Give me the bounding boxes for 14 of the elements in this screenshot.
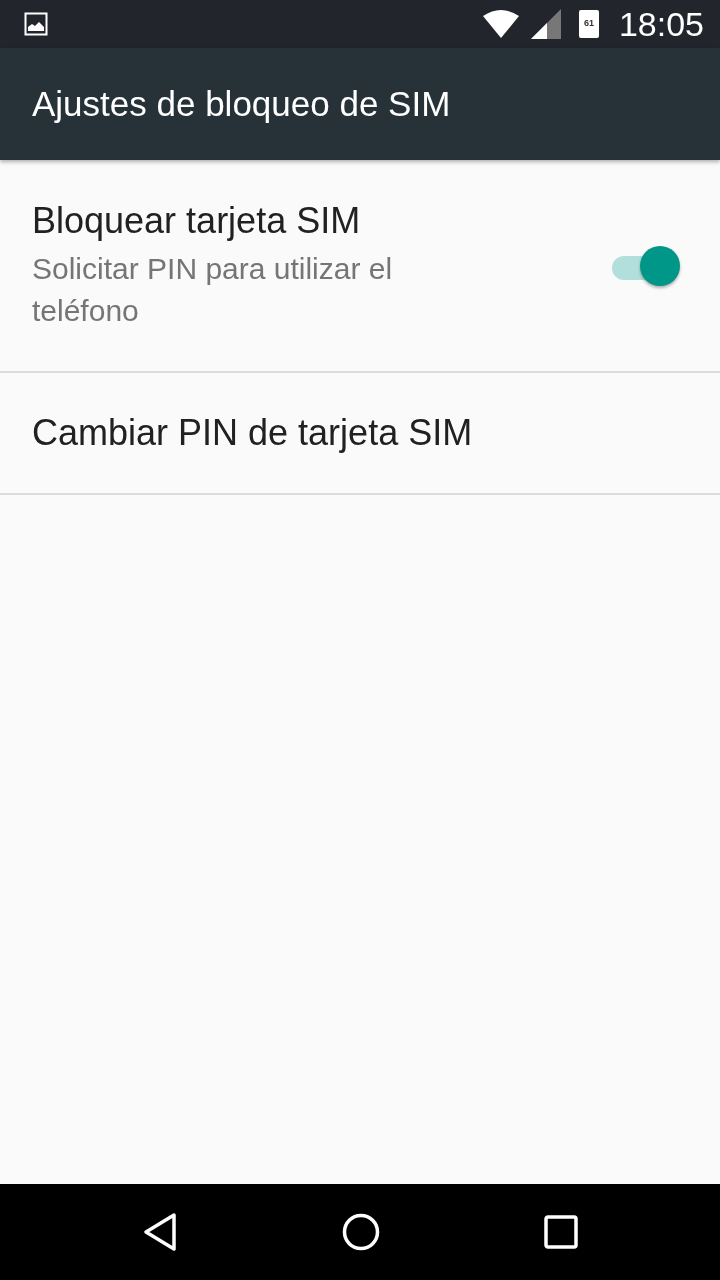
battery-icon: 61: [578, 10, 599, 38]
setting-row[interactable]: Cambiar PIN de tarjeta SIM: [0, 373, 720, 495]
setting-title: Cambiar PIN de tarjeta SIM: [32, 412, 473, 454]
clock: 18:05: [618, 4, 704, 44]
back-icon[interactable]: [141, 1212, 178, 1252]
recents-icon[interactable]: [544, 1215, 579, 1249]
setting-row[interactable]: Bloquear tarjeta SIM Solicitar PIN para utilizar el teléfono: [0, 160, 720, 373]
home-icon[interactable]: [341, 1212, 381, 1252]
setting-title: Bloquear tarjeta SIM: [32, 199, 362, 242]
setting-summary: Solicitar PIN para utilizar el teléfono: [32, 250, 394, 329]
wifi-icon: [482, 10, 519, 38]
signal-icon: [530, 9, 561, 39]
screen-title: Ajustes de bloqueo de SIM: [32, 84, 451, 124]
image-icon: [24, 12, 48, 36]
